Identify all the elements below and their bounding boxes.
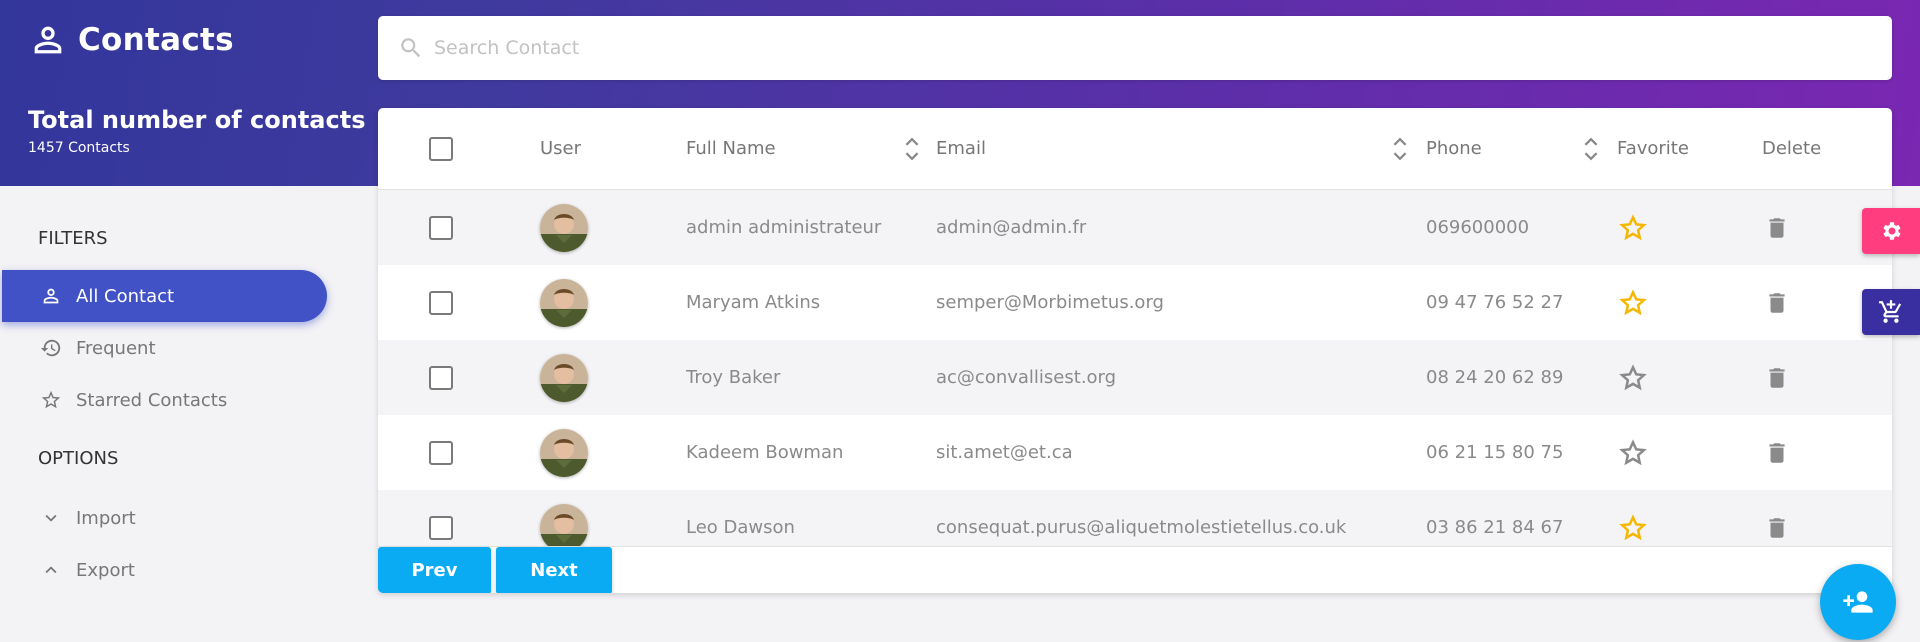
table-row[interactable]: admin administrateur admin@admin.fr 0696… xyxy=(378,190,1892,265)
chevron-down-icon xyxy=(45,514,57,522)
contact-phone: 08 24 20 62 89 xyxy=(1426,367,1564,388)
history-icon xyxy=(40,339,61,357)
contact-name: Maryam Atkins xyxy=(686,292,821,313)
row-checkbox[interactable] xyxy=(429,215,453,240)
trash-icon[interactable] xyxy=(1764,515,1790,541)
summary-title: Total number of contacts xyxy=(28,106,366,134)
contact-email: consequat.purus@aliquetmolestietellus.co… xyxy=(936,517,1347,538)
star-filled-icon[interactable] xyxy=(1618,288,1648,318)
person-add-icon xyxy=(1843,591,1873,613)
contact-name: Troy Baker xyxy=(686,367,781,388)
column-header-delete: Delete xyxy=(1762,138,1822,159)
sort-icon[interactable] xyxy=(1391,135,1409,163)
sidebar-item-label: All Contact xyxy=(76,285,175,307)
cart-tab[interactable] xyxy=(1862,289,1920,335)
sidebar-item-import[interactable]: Import xyxy=(2,492,327,544)
star-filled-icon[interactable] xyxy=(1618,213,1648,243)
contact-email: sit.amet@et.ca xyxy=(936,442,1073,463)
options-heading: OPTIONS xyxy=(38,448,119,469)
avatar xyxy=(540,203,588,252)
contact-phone: 03 86 21 84 67 xyxy=(1426,517,1564,538)
prev-button[interactable]: Prev xyxy=(378,547,491,593)
column-header-email[interactable]: Email xyxy=(936,138,986,159)
column-header-full-name[interactable]: Full Name xyxy=(686,138,776,159)
sidebar-item-label: Export xyxy=(76,559,135,581)
contact-email: ac@convallisest.org xyxy=(936,367,1117,388)
star-filled-icon[interactable] xyxy=(1618,513,1648,543)
trash-icon[interactable] xyxy=(1764,440,1790,466)
table-row[interactable]: Maryam Atkins semper@Morbimetus.org 09 4… xyxy=(378,265,1892,340)
pagination-bar: Prev Next xyxy=(378,546,1892,593)
app-title: Contacts xyxy=(78,22,234,58)
sidebar-item-starred-contacts[interactable]: Starred Contacts xyxy=(2,374,327,426)
table-row[interactable]: Kadeem Bowman sit.amet@et.ca 06 21 15 80… xyxy=(378,415,1892,490)
avatar xyxy=(540,353,588,402)
contacts-table: User Full Name Email Phone Favorite Dele… xyxy=(378,108,1892,593)
sidebar-item-label: Frequent xyxy=(76,337,156,359)
chevron-up-icon xyxy=(45,566,57,574)
avatar xyxy=(540,503,588,552)
person-icon xyxy=(34,26,62,54)
add-shopping-cart-icon xyxy=(1879,300,1902,323)
sidebar-item-all-contact[interactable]: All Contact xyxy=(2,270,327,322)
table-body: admin administrateur admin@admin.fr 0696… xyxy=(378,190,1892,593)
next-button[interactable]: Next xyxy=(496,547,612,593)
contact-name: admin administrateur xyxy=(686,217,882,238)
contacts-summary: Total number of contacts 1457 Contacts xyxy=(28,106,366,156)
star-outline-icon[interactable] xyxy=(1618,363,1648,393)
brand: Contacts xyxy=(28,20,234,60)
contact-phone: 069600000 xyxy=(1426,217,1530,238)
contact-name: Leo Dawson xyxy=(686,517,795,538)
sidebar-item-frequent[interactable]: Frequent xyxy=(2,322,327,374)
filters-heading: FILTERS xyxy=(38,228,108,249)
row-checkbox[interactable] xyxy=(429,515,453,540)
row-checkbox[interactable] xyxy=(429,440,453,465)
sidebar-item-export[interactable]: Export xyxy=(2,544,327,596)
row-checkbox[interactable] xyxy=(429,365,453,390)
table-row[interactable]: Troy Baker ac@convallisest.org 08 24 20 … xyxy=(378,340,1892,415)
select-all-checkbox[interactable] xyxy=(429,136,453,161)
sidebar-item-label: Import xyxy=(76,507,136,529)
gear-icon xyxy=(1883,222,1901,240)
search-icon xyxy=(401,38,421,58)
summary-count: 1457 Contacts xyxy=(28,140,130,156)
avatar xyxy=(540,428,588,477)
search-bar[interactable] xyxy=(378,16,1892,80)
trash-icon[interactable] xyxy=(1764,365,1790,391)
star-outline-icon xyxy=(41,390,61,409)
add-contact-button[interactable] xyxy=(1820,564,1896,640)
contact-email: semper@Morbimetus.org xyxy=(936,292,1164,313)
contact-name: Kadeem Bowman xyxy=(686,442,844,463)
column-header-phone[interactable]: Phone xyxy=(1426,138,1482,159)
contact-phone: 06 21 15 80 75 xyxy=(1426,442,1564,463)
sort-icon[interactable] xyxy=(903,135,921,163)
settings-tab[interactable] xyxy=(1862,208,1920,254)
trash-icon[interactable] xyxy=(1764,215,1790,241)
sidebar-item-label: Starred Contacts xyxy=(76,389,228,411)
row-checkbox[interactable] xyxy=(429,290,453,315)
trash-icon[interactable] xyxy=(1764,290,1790,316)
star-outline-icon[interactable] xyxy=(1618,438,1648,468)
search-input[interactable] xyxy=(434,37,1834,59)
contact-phone: 09 47 76 52 27 xyxy=(1426,292,1564,313)
sort-icon[interactable] xyxy=(1582,135,1600,163)
person-icon xyxy=(43,288,59,304)
avatar xyxy=(540,278,588,327)
column-header-user: User xyxy=(540,138,582,159)
table-header: User Full Name Email Phone Favorite Dele… xyxy=(378,108,1892,190)
contact-email: admin@admin.fr xyxy=(936,217,1087,238)
column-header-favorite: Favorite xyxy=(1617,138,1689,159)
